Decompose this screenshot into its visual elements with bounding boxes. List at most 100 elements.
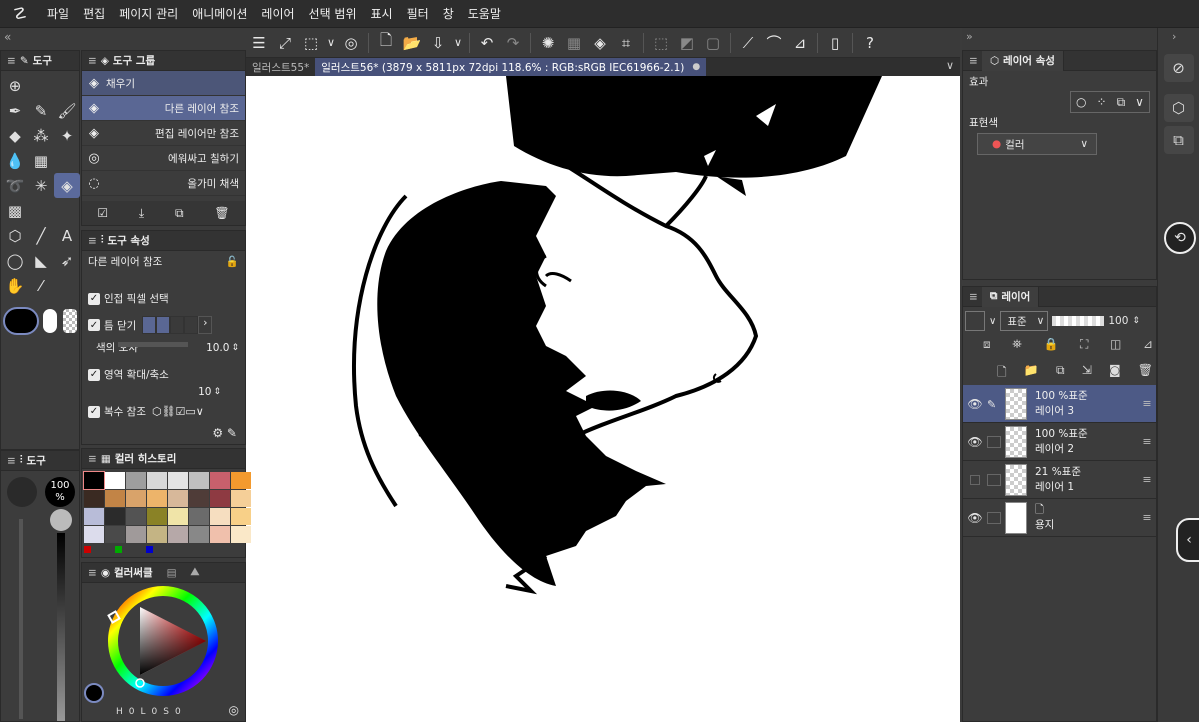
- line-icon[interactable]: ╱: [28, 223, 54, 248]
- multi-ref-options-icon[interactable]: ⬡⛓☑▭∨: [152, 405, 204, 418]
- expression-color-select[interactable]: ● 컬러 ∨: [977, 133, 1097, 155]
- settings-wrench-icon[interactable]: ⚙ ✎: [212, 426, 237, 440]
- tab-illust55[interactable]: 일러스트55*: [246, 58, 315, 76]
- panel-menu-icon[interactable]: ≡: [88, 235, 97, 247]
- color-swatch[interactable]: [105, 526, 125, 543]
- menu-edit[interactable]: 편집: [76, 5, 112, 22]
- menu-filter[interactable]: 필터: [400, 5, 436, 22]
- color-swatch[interactable]: [189, 526, 209, 543]
- color-swatch[interactable]: [168, 508, 188, 525]
- edit-checkbox[interactable]: [987, 511, 1001, 524]
- redo-icon[interactable]: ↷: [500, 31, 526, 55]
- panel-menu-icon[interactable]: ≡: [7, 455, 16, 467]
- edit-pen-icon[interactable]: ✎: [987, 398, 1001, 411]
- color-swatch[interactable]: [231, 490, 251, 507]
- frame-icon[interactable]: ◣: [28, 248, 54, 273]
- blend-mode-select[interactable]: 표준 ∨: [1000, 311, 1049, 331]
- blend-icon[interactable]: 💧: [2, 148, 28, 173]
- color-swatch[interactable]: [83, 471, 105, 490]
- chevron-down-icon[interactable]: ∨: [451, 31, 465, 55]
- invert-selection-icon[interactable]: ◩: [674, 31, 700, 55]
- color-swatch[interactable]: [210, 526, 230, 543]
- move-down-icon[interactable]: ⊕: [2, 73, 28, 98]
- mask-icon[interactable]: ◫: [1110, 337, 1121, 355]
- new-folder-icon[interactable]: 📁: [1024, 363, 1039, 381]
- fill-icon[interactable]: ◈: [587, 31, 613, 55]
- record-icon[interactable]: ◎: [338, 31, 364, 55]
- color-swatch[interactable]: [231, 526, 251, 543]
- mini-green-swatch[interactable]: [115, 546, 122, 553]
- expand-checkbox[interactable]: ✓: [88, 368, 100, 381]
- menu-layer[interactable]: 레이어: [254, 5, 301, 22]
- group-settings-icon[interactable]: ☑: [97, 206, 108, 220]
- deselect-icon[interactable]: ⬚: [648, 31, 674, 55]
- 3d-object-icon[interactable]: ⬡: [2, 223, 28, 248]
- chevron-down-icon[interactable]: ∨: [324, 31, 338, 55]
- panel-menu-icon[interactable]: ≡: [88, 567, 97, 579]
- color-swatch[interactable]: [105, 472, 125, 489]
- menu-animation[interactable]: 애니메이션: [185, 5, 254, 22]
- color-swatch[interactable]: [168, 472, 188, 489]
- tolerance-value[interactable]: 10.0: [206, 342, 229, 354]
- layer-menu-icon[interactable]: ≡: [1138, 473, 1156, 486]
- download-icon[interactable]: ⤓: [139, 206, 144, 221]
- color-swatch[interactable]: [189, 508, 209, 525]
- expand-panel-icon[interactable]: ‹: [1176, 518, 1199, 562]
- chevron-right-icon[interactable]: ›: [198, 316, 213, 334]
- opacity-knob[interactable]: [50, 509, 72, 531]
- panel-menu-icon[interactable]: ≡: [88, 453, 97, 465]
- effect-selector[interactable]: ○ ⁘ ⧉ ∨: [1070, 91, 1150, 113]
- fill-bucket-icon[interactable]: ◈: [54, 173, 80, 198]
- color-swatch[interactable]: [126, 508, 146, 525]
- eye-icon[interactable]: 👁: [963, 511, 987, 525]
- edit-checkbox[interactable]: [987, 473, 1001, 486]
- color-swatch[interactable]: [147, 526, 167, 543]
- tab-illust56[interactable]: 일러스트56* (3879 x 5811px 72dpi 118.6% : RG…: [315, 58, 707, 76]
- expand-value[interactable]: 10: [198, 386, 211, 398]
- sparkle-icon[interactable]: ✦: [54, 123, 80, 148]
- navigator-icon[interactable]: ⊘: [1163, 54, 1194, 82]
- grid-icon[interactable]: ▦: [28, 148, 54, 173]
- color-swatch[interactable]: [210, 472, 230, 489]
- drawing-canvas[interactable]: [246, 76, 960, 722]
- color-swatch[interactable]: [84, 526, 104, 543]
- trash-icon[interactable]: 🗑: [1138, 363, 1153, 381]
- layer-property-tab[interactable]: ⬡ 레이어 속성: [981, 50, 1064, 71]
- selection-border-icon[interactable]: ▢: [700, 31, 726, 55]
- stepper-icon[interactable]: ⇕: [231, 343, 239, 353]
- panel-menu-icon[interactable]: ≡: [969, 55, 978, 67]
- hand-icon[interactable]: ✋: [2, 273, 28, 298]
- eraser-icon[interactable]: ◆: [2, 123, 28, 148]
- loading-icon[interactable]: ✺: [535, 31, 561, 55]
- color-slider-tab-icon[interactable]: ▤: [167, 567, 177, 579]
- undo-icon[interactable]: ↶: [474, 31, 500, 55]
- menu-file[interactable]: 파일: [40, 5, 76, 22]
- group-item-edit-layer-only[interactable]: ◈ 편집 레이어만 참조: [82, 121, 245, 146]
- save-icon[interactable]: ⇩: [425, 31, 451, 55]
- panel-menu-icon[interactable]: ≡: [969, 291, 978, 303]
- menu-selection[interactable]: 선택 범위: [302, 5, 364, 22]
- layer-row-paper[interactable]: 👁 🗋 용지 ≡: [963, 499, 1156, 537]
- layer-opacity-value[interactable]: 100: [1108, 315, 1128, 327]
- eye-hidden-checkbox[interactable]: [963, 474, 987, 485]
- collapse-far-right-icon[interactable]: ›: [1172, 30, 1176, 43]
- transform-icon[interactable]: ⬚: [298, 31, 324, 55]
- color-swatch[interactable]: [168, 526, 188, 543]
- color-swatch[interactable]: [84, 508, 104, 525]
- mini-blue-swatch[interactable]: [146, 546, 153, 553]
- color-swatch[interactable]: [189, 472, 209, 489]
- smartphone-icon[interactable]: ▯: [822, 31, 848, 55]
- lock-icon[interactable]: 🔓: [226, 255, 239, 268]
- menu-view[interactable]: 표시: [364, 5, 400, 22]
- multi-ref-checkbox[interactable]: ✓: [88, 405, 100, 418]
- gradient-icon[interactable]: ▩: [2, 198, 28, 223]
- color-swatch[interactable]: [105, 508, 125, 525]
- merge-down-icon[interactable]: ⇲: [1082, 363, 1092, 381]
- stepper-icon[interactable]: ⇕: [1132, 316, 1140, 326]
- eye-icon[interactable]: 👁: [963, 435, 987, 449]
- fit-canvas-icon[interactable]: ⤢: [272, 31, 298, 55]
- brush-size-slider[interactable]: [19, 519, 23, 719]
- select-object-icon[interactable]: ➶: [54, 248, 80, 273]
- opacity-slider[interactable]: [1052, 316, 1105, 326]
- duplicate-icon[interactable]: ⧉: [175, 206, 184, 221]
